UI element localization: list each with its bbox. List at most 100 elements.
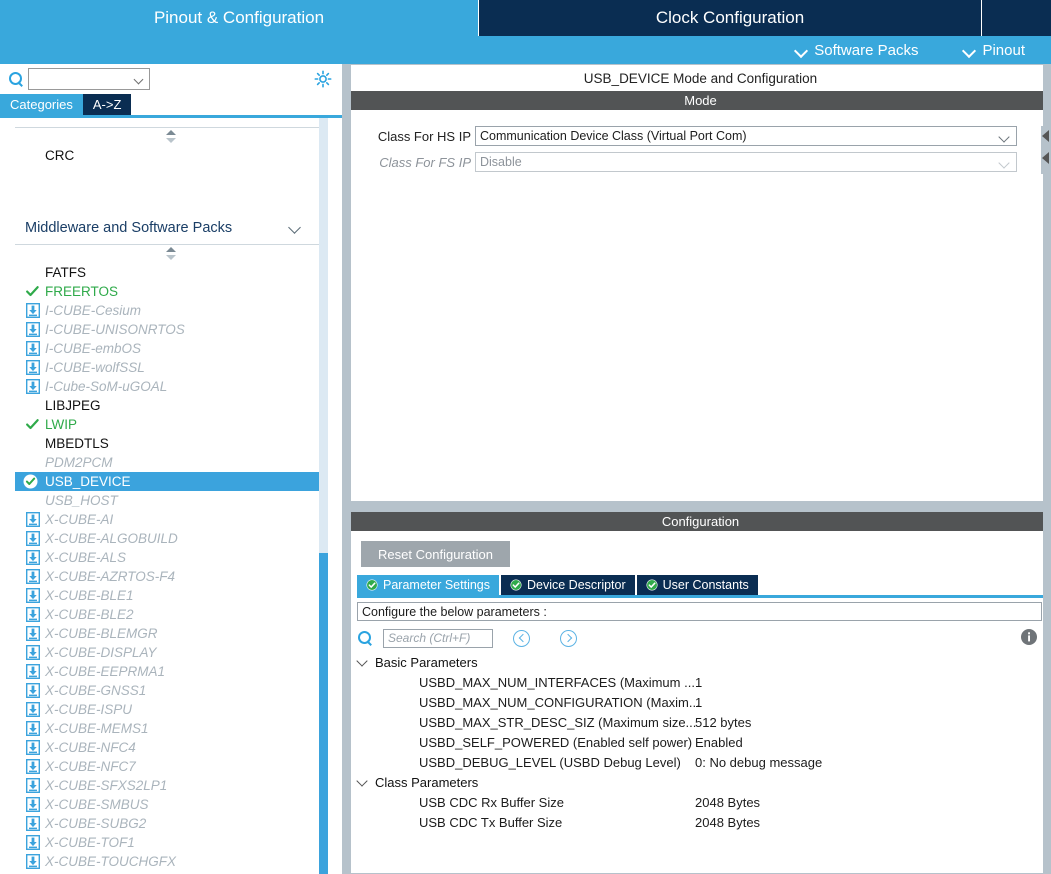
gear-icon[interactable] bbox=[314, 70, 332, 88]
tree-item-x-cube-ble1[interactable]: X-CUBE-BLE1 bbox=[15, 586, 327, 605]
tree-item-i-cube-cesium[interactable]: I-CUBE-Cesium bbox=[15, 301, 327, 320]
param-group-basic-parameters[interactable]: Basic Parameters bbox=[357, 652, 1050, 672]
tree-item-freertos[interactable]: FREERTOS bbox=[15, 282, 327, 301]
tree-item-x-cube-nfc4[interactable]: X-CUBE-NFC4 bbox=[15, 738, 327, 757]
parameter-tree[interactable]: Basic Parameters USBD_MAX_NUM_INTERFACES … bbox=[351, 652, 1050, 832]
category-header-partial[interactable] bbox=[15, 118, 319, 128]
tree-item-lwip[interactable]: LWIP bbox=[15, 415, 327, 434]
configure-parameters-note-label: Configure the below parameters : bbox=[362, 604, 547, 619]
tree-item-x-cube-touchgfx[interactable]: X-CUBE-TOUCHGFX bbox=[15, 852, 327, 871]
tree-item-label: X-CUBE-DISPLAY bbox=[45, 645, 157, 660]
tree-item-usb-device[interactable]: USB_DEVICE bbox=[15, 472, 328, 491]
param-row[interactable]: USB CDC Rx Buffer Size 2048 Bytes bbox=[357, 792, 1050, 812]
parameter-search-input[interactable]: Search (Ctrl+F) bbox=[383, 628, 493, 648]
tree-item-x-cube-sfxs2lp1[interactable]: X-CUBE-SFXS2LP1 bbox=[15, 776, 327, 795]
param-row[interactable]: USBD_MAX_NUM_INTERFACES (Maximum ... 1 bbox=[357, 672, 1050, 692]
tree-item-i-cube-embos[interactable]: I-CUBE-embOS bbox=[15, 339, 327, 358]
tree-item-crc[interactable]: CRC bbox=[15, 146, 327, 165]
tree-item-x-cube-gnss1[interactable]: X-CUBE-GNSS1 bbox=[15, 681, 327, 700]
tree-item-label: X-CUBE-EEPRMA1 bbox=[45, 664, 166, 679]
reset-configuration-button[interactable]: Reset Configuration bbox=[361, 541, 510, 567]
param-group-class-parameters[interactable]: Class Parameters bbox=[357, 772, 1050, 792]
spinner-down-icon bbox=[166, 255, 176, 260]
tree-item-x-cube-smbus[interactable]: X-CUBE-SMBUS bbox=[15, 795, 327, 814]
tab-parameter-settings[interactable]: Parameter Settings bbox=[357, 575, 499, 595]
sidebar-scrollbar-thumb[interactable] bbox=[319, 553, 328, 874]
tree-item-x-cube-azrtos-f4[interactable]: X-CUBE-AZRTOS-F4 bbox=[15, 567, 327, 586]
sidebar-search-combo[interactable] bbox=[28, 68, 150, 90]
panel-collapse-handle[interactable] bbox=[1041, 126, 1051, 174]
tree-item-x-cube-display[interactable]: X-CUBE-DISPLAY bbox=[15, 643, 327, 662]
tree-item-i-cube-unisonrtos[interactable]: I-CUBE-UNISONRTOS bbox=[15, 320, 327, 339]
tree-item-x-cube-nfc7[interactable]: X-CUBE-NFC7 bbox=[15, 757, 327, 776]
tree-item-x-cube-mems1[interactable]: X-CUBE-MEMS1 bbox=[15, 719, 327, 738]
software-packs-menu[interactable]: Software Packs bbox=[786, 36, 928, 64]
param-name: USBD_MAX_NUM_INTERFACES (Maximum ... bbox=[419, 674, 695, 690]
info-icon[interactable] bbox=[1020, 628, 1038, 646]
tree-item-label: LWIP bbox=[45, 417, 78, 432]
component-tree-panel: Categories A->Z CRC Middleware and Softw… bbox=[0, 64, 342, 874]
component-tree[interactable]: CRC Middleware and Software Packs FATFS F… bbox=[0, 118, 342, 874]
class-for-hs-ip-select[interactable]: Communication Device Class (Virtual Port… bbox=[475, 126, 1017, 146]
scroll-spinner-middleware[interactable] bbox=[15, 245, 327, 263]
tree-item-pdm2pcm[interactable]: PDM2PCM bbox=[15, 453, 327, 472]
tree-item-i-cube-som-ugoal[interactable]: I-Cube-SoM-uGOAL bbox=[15, 377, 327, 396]
param-row[interactable]: USBD_DEBUG_LEVEL (USBD Debug Level) 0: No… bbox=[357, 752, 1050, 772]
tree-item-x-cube-ispu[interactable]: X-CUBE-ISPU bbox=[15, 700, 327, 719]
tree-item-i-cube-wolfssl[interactable]: I-CUBE-wolfSSL bbox=[15, 358, 327, 377]
param-value: 1 bbox=[695, 694, 703, 710]
tree-item-libjpeg[interactable]: LIBJPEG bbox=[15, 396, 327, 415]
mode-panel: USB_DEVICE Mode and Configuration Mode C… bbox=[350, 64, 1051, 502]
chevron-right-circle-icon[interactable] bbox=[560, 629, 577, 647]
tab-extra[interactable] bbox=[982, 0, 1051, 36]
chevron-down-icon bbox=[1000, 133, 1010, 141]
chevron-down-icon bbox=[796, 45, 807, 56]
tree-item-usb-host[interactable]: USB_HOST bbox=[15, 491, 327, 510]
tab-device-descriptor[interactable]: Device Descriptor bbox=[501, 575, 635, 595]
param-value: 2048 Bytes bbox=[695, 794, 761, 810]
tab-parameter-settings-label: Parameter Settings bbox=[383, 578, 490, 592]
tree-item-label: X-CUBE-ISPU bbox=[45, 702, 133, 717]
tab-clock-configuration[interactable]: Clock Configuration bbox=[479, 0, 982, 36]
sidebar-tab-a-to-z[interactable]: A->Z bbox=[82, 94, 132, 115]
reset-configuration-row: Reset Configuration bbox=[351, 531, 1050, 575]
sidebar-tab-categories[interactable]: Categories bbox=[0, 94, 83, 115]
tree-item-x-cube-ble2[interactable]: X-CUBE-BLE2 bbox=[15, 605, 327, 624]
tree-item-x-cube-subg2[interactable]: X-CUBE-SUBG2 bbox=[15, 814, 327, 833]
scroll-spinner-top[interactable] bbox=[15, 128, 327, 146]
mode-body: Class For HS IP Communication Device Cla… bbox=[351, 110, 1050, 501]
pinout-menu[interactable]: Pinout bbox=[954, 36, 1035, 64]
class-for-hs-ip-label: Class For HS IP bbox=[377, 128, 471, 144]
search-icon bbox=[8, 71, 24, 87]
tree-item-label: X-CUBE-SUBG2 bbox=[45, 816, 147, 831]
param-row[interactable]: USBD_SELF_POWERED (Enabled self power) En… bbox=[357, 732, 1050, 752]
param-row[interactable]: USB CDC Tx Buffer Size 2048 Bytes bbox=[357, 812, 1050, 832]
tree-item-fatfs[interactable]: FATFS bbox=[15, 263, 327, 282]
chevron-left-circle-icon[interactable] bbox=[513, 629, 530, 647]
download-icon bbox=[25, 568, 41, 585]
category-header-middleware[interactable]: Middleware and Software Packs bbox=[15, 211, 319, 245]
tree-item-mbedtls[interactable]: MBEDTLS bbox=[15, 434, 327, 453]
toolbar-spacer bbox=[436, 36, 787, 64]
download-icon bbox=[25, 758, 41, 775]
tree-item-x-cube-als[interactable]: X-CUBE-ALS bbox=[15, 548, 327, 567]
tree-item-x-cube-ai[interactable]: X-CUBE-AI bbox=[15, 510, 327, 529]
tree-item-label: X-CUBE-AZRTOS-F4 bbox=[45, 569, 176, 584]
tree-item-x-cube-algobuild[interactable]: X-CUBE-ALGOBUILD bbox=[15, 529, 327, 548]
tab-pinout-configuration[interactable]: Pinout & Configuration bbox=[0, 0, 479, 36]
tree-item-x-cube-tof1[interactable]: X-CUBE-TOF1 bbox=[15, 833, 327, 852]
param-value: 1 bbox=[695, 674, 703, 690]
chevron-down-icon bbox=[357, 657, 369, 667]
panel-splitter[interactable] bbox=[342, 64, 350, 874]
check-icon bbox=[26, 418, 39, 431]
tab-user-constants[interactable]: User Constants bbox=[636, 575, 758, 595]
tree-item-x-cube-blemgr[interactable]: X-CUBE-BLEMGR bbox=[15, 624, 327, 643]
tree-item-label: I-CUBE-wolfSSL bbox=[45, 360, 145, 375]
spinner-up-icon bbox=[166, 247, 176, 252]
param-row[interactable]: USBD_MAX_NUM_CONFIGURATION (Maxim... 1 bbox=[357, 692, 1050, 712]
chevron-down-icon bbox=[135, 76, 144, 83]
param-row[interactable]: USBD_MAX_STR_DESC_SIZ (Maximum size... 51… bbox=[357, 712, 1050, 732]
tree-item-x-cube-eeprma1[interactable]: X-CUBE-EEPRMA1 bbox=[15, 662, 327, 681]
class-for-fs-ip-value: Disable bbox=[480, 155, 522, 169]
mode-section-header-label: Mode bbox=[684, 93, 717, 108]
